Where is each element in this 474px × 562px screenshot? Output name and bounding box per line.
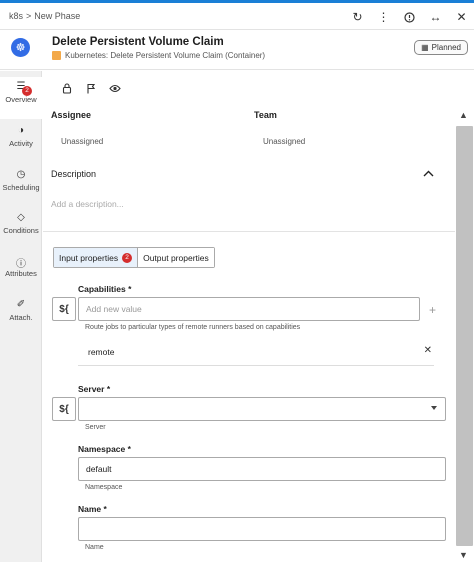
namespace-input[interactable]: default xyxy=(78,457,446,481)
tab-label: Output properties xyxy=(143,252,209,263)
tab-output-properties[interactable]: Output properties xyxy=(138,248,214,267)
tab-label: Input properties xyxy=(59,252,119,263)
main-content: Assignee Unassigned Team Unassigned Desc… xyxy=(43,71,455,562)
top-toolbar: ↻ ⋮ ↔ ✕ xyxy=(344,8,474,26)
namespace-label: Namespace * xyxy=(78,444,131,454)
properties-tabs: Input properties 2 Output properties xyxy=(53,247,215,268)
page-title: Delete Persistent Volume Claim xyxy=(52,36,224,48)
description-input[interactable]: Add a description... xyxy=(51,199,124,209)
status-label: Planned xyxy=(431,43,461,52)
kubernetes-logo-icon: ☸ xyxy=(11,38,30,57)
more-options-icon[interactable]: ⋮ xyxy=(371,8,396,26)
sidebar-item-label: Attach. xyxy=(9,313,33,322)
assignee-value[interactable]: Unassigned xyxy=(61,137,103,146)
assignee-label: Assignee xyxy=(51,110,92,120)
remove-capability-icon[interactable]: ✕ xyxy=(424,345,432,356)
pie-icon: ◑ xyxy=(17,125,25,136)
capabilities-hint: Route jobs to particular types of remote… xyxy=(85,324,301,331)
capabilities-label: Capabilities * xyxy=(78,284,132,294)
capability-value: remote xyxy=(88,347,115,357)
refresh-icon[interactable]: ↻ xyxy=(345,8,370,26)
server-variable-button[interactable]: ${ xyxy=(52,397,76,421)
container-task-icon xyxy=(52,51,61,60)
action-row xyxy=(55,81,127,95)
description-label: Description xyxy=(51,169,97,179)
breadcrumb: k8s > New Phase xyxy=(9,11,80,21)
top-bar: k8s > New Phase ↻ ⋮ ↔ ✕ xyxy=(0,0,474,30)
name-label: Name * xyxy=(78,504,107,514)
sidebar-item-scheduling[interactable]: ◷ Scheduling xyxy=(0,165,42,207)
overview-badge: 2 xyxy=(22,86,32,96)
breadcrumb-root[interactable]: k8s xyxy=(9,11,23,21)
close-icon[interactable]: ✕ xyxy=(449,8,474,26)
scrollbar[interactable]: ▲ ▼ xyxy=(455,106,474,562)
capability-list-item: remote ✕ xyxy=(78,338,434,366)
clock-icon: ◷ xyxy=(16,169,26,180)
namespace-hint: Namespace xyxy=(85,484,123,491)
lock-icon[interactable] xyxy=(55,81,79,95)
sidebar-item-label: Overview xyxy=(5,95,37,104)
tab-input-properties[interactable]: Input properties 2 xyxy=(54,248,139,267)
scrollbar-thumb[interactable] xyxy=(456,126,473,546)
scroll-down-icon[interactable]: ▼ xyxy=(459,550,468,560)
calendar-icon: ▦ xyxy=(421,43,429,52)
capabilities-input[interactable]: Add new value xyxy=(78,297,420,321)
diamond-icon: ◇ xyxy=(17,212,25,223)
sidebar-item-attachments[interactable]: ✐ Attach. xyxy=(0,295,42,337)
task-type-subtitle: Kubernetes: Delete Persistent Volume Cla… xyxy=(52,51,265,60)
name-input[interactable] xyxy=(78,517,446,541)
task-type-label: Kubernetes: Delete Persistent Volume Cla… xyxy=(65,51,266,60)
status-badge[interactable]: ▦ Planned xyxy=(414,40,468,55)
team-label: Team xyxy=(254,110,277,120)
server-label: Server * xyxy=(78,384,111,394)
capabilities-variable-button[interactable]: ${ xyxy=(52,297,76,321)
server-hint: Server xyxy=(85,424,106,431)
sidebar: ☰ 2 Overview ◑ Activity ◷ Scheduling ◇ C… xyxy=(0,71,42,562)
server-select[interactable] xyxy=(78,397,446,421)
phase-header: ☸ Delete Persistent Volume Claim Kuberne… xyxy=(0,30,474,70)
info-icon: ⓘ xyxy=(16,259,26,270)
flag-icon[interactable] xyxy=(79,81,103,95)
sidebar-item-attributes[interactable]: ⓘ Attributes xyxy=(0,251,42,293)
expand-width-icon[interactable]: ↔ xyxy=(423,8,448,26)
breadcrumb-separator: > xyxy=(26,11,32,21)
sidebar-item-activity[interactable]: ◑ Activity xyxy=(0,121,42,163)
name-hint: Name xyxy=(85,544,104,551)
sidebar-item-conditions[interactable]: ◇ Conditions xyxy=(0,208,42,250)
sidebar-item-label: Activity xyxy=(9,139,33,148)
scroll-up-icon[interactable]: ▲ xyxy=(459,110,468,120)
info-icon[interactable] xyxy=(397,8,422,26)
team-value[interactable]: Unassigned xyxy=(263,137,305,146)
namespace-value: default xyxy=(86,464,112,474)
paperclip-icon: ✐ xyxy=(16,299,26,310)
list-icon: ☰ xyxy=(16,81,26,92)
section-divider xyxy=(43,231,455,232)
sidebar-item-label: Conditions xyxy=(3,226,39,235)
watch-eye-icon[interactable] xyxy=(103,81,127,95)
chevron-down-icon xyxy=(431,406,437,410)
sidebar-item-label: Scheduling xyxy=(2,183,40,192)
add-capability-icon[interactable]: + xyxy=(429,303,436,317)
sidebar-item-overview[interactable]: ☰ 2 Overview xyxy=(0,77,42,119)
input-properties-badge: 2 xyxy=(122,252,133,263)
breadcrumb-current: New Phase xyxy=(34,11,81,21)
capabilities-placeholder: Add new value xyxy=(86,304,142,314)
chevron-up-icon[interactable] xyxy=(423,169,434,180)
sidebar-item-label: Attributes xyxy=(5,269,37,278)
